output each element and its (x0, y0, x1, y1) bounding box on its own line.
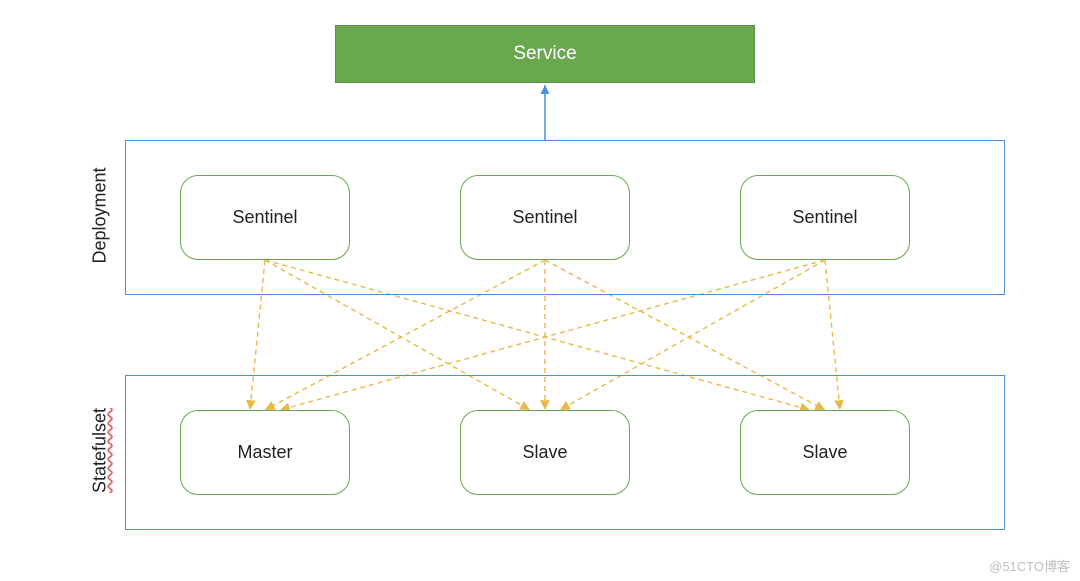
master-node: Master (180, 410, 350, 495)
master-label: Master (237, 442, 292, 463)
sentinel-node: Sentinel (180, 175, 350, 260)
attribution-watermark: @51CTO博客 (989, 556, 1070, 575)
sentinel-label: Sentinel (232, 207, 297, 228)
sentinel-label: Sentinel (792, 207, 857, 228)
service-box: Service (335, 25, 755, 83)
slave-label: Slave (522, 442, 567, 463)
slave-label: Slave (802, 442, 847, 463)
sentinel-node: Sentinel (460, 175, 630, 260)
service-label: Service (513, 43, 576, 65)
slave-node: Slave (740, 410, 910, 495)
sentinel-label: Sentinel (512, 207, 577, 228)
deployment-label: Deployment (90, 156, 111, 276)
statefulset-label: Statefulset (90, 391, 111, 511)
sentinel-node: Sentinel (740, 175, 910, 260)
diagram-canvas: Service Deployment Sentinel Sentinel Sen… (0, 0, 1080, 581)
slave-node: Slave (460, 410, 630, 495)
